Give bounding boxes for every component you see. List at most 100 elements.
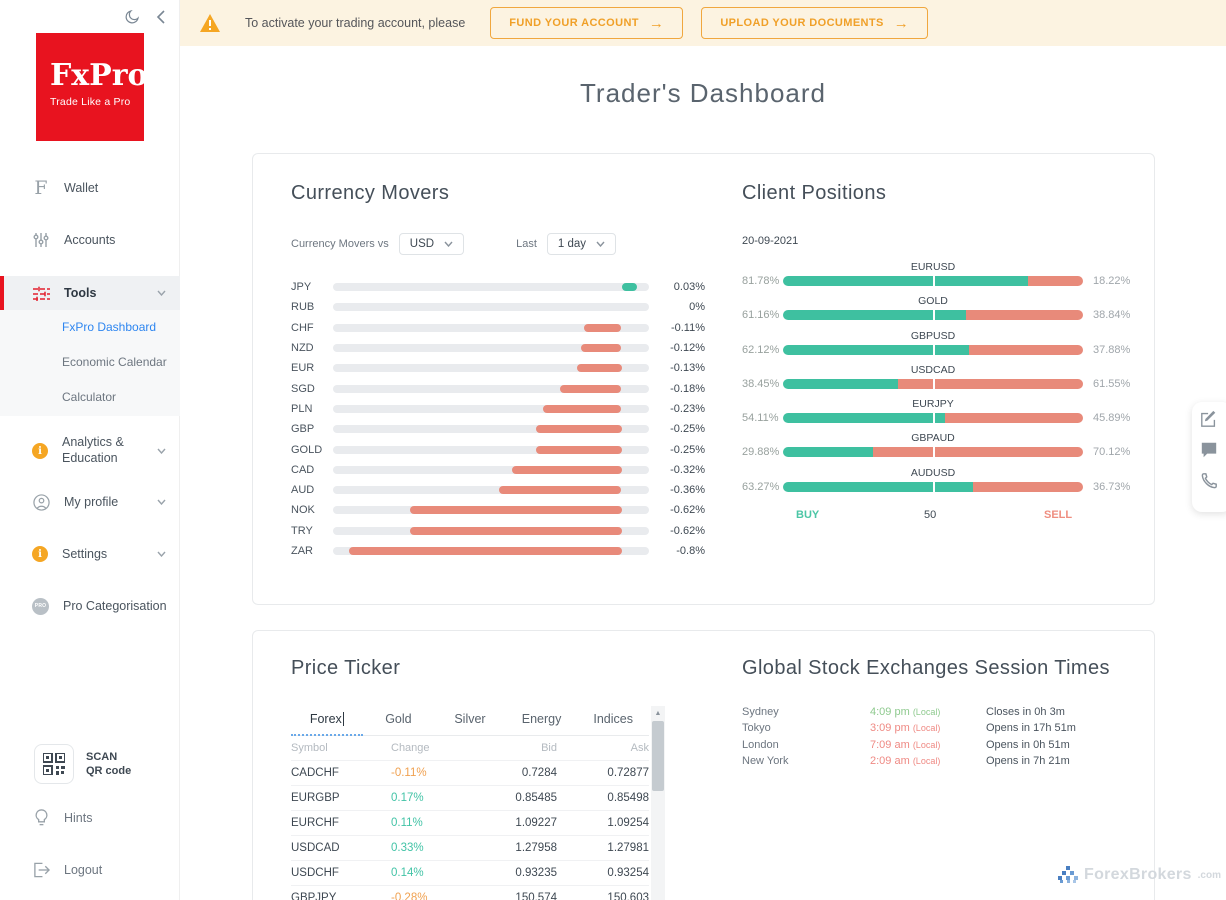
fifty-percent-notch — [933, 310, 935, 320]
table-scrollbar[interactable]: ▲ ▼ — [651, 706, 665, 900]
dark-mode-moon-icon[interactable] — [123, 8, 141, 26]
col-bid: Bid — [481, 742, 557, 754]
scrollbar-thumb[interactable] — [652, 721, 664, 791]
currency-movers-panel: Currency Movers Currency Movers vs USD L… — [291, 182, 705, 561]
local-suffix: (Local) — [913, 740, 941, 750]
ticker-ask: 0.85498 — [557, 792, 649, 804]
mover-track — [333, 303, 649, 311]
tab-gold[interactable]: Gold — [363, 706, 435, 735]
price-ticker-tabs: ForexGoldSilverEnergyIndices — [291, 706, 649, 736]
sidebar-item-settings[interactable]: i Settings — [0, 537, 180, 571]
lightbulb-icon — [32, 809, 50, 827]
buy-percent: 62.12% — [742, 344, 783, 356]
mover-bar — [560, 385, 621, 393]
ticker-bid: 0.85485 — [481, 792, 557, 804]
mover-label: NOK — [291, 504, 333, 516]
mover-value: -0.25% — [649, 423, 705, 435]
tab-forex[interactable]: Forex — [291, 706, 363, 736]
sidebar-item-logout[interactable]: Logout — [0, 853, 180, 887]
ticker-row[interactable]: GBPJPY-0.28%150.574150.603 — [291, 886, 649, 900]
client-position-row: GBPAUD29.88%70.12% — [742, 432, 1134, 466]
client-position-row: AUDUSD63.27%36.73% — [742, 467, 1134, 501]
scroll-up-icon[interactable]: ▲ — [651, 706, 665, 720]
mover-value: -0.62% — [649, 504, 705, 516]
sell-percent: 45.89% — [1083, 412, 1130, 424]
forexbrokers-logo-icon — [1058, 866, 1078, 884]
sidebar-subitem-calculator[interactable]: Calculator — [62, 390, 116, 404]
position-bar — [783, 379, 1083, 389]
currency-mover-row: CAD-0.32% — [291, 460, 705, 480]
mover-track — [333, 486, 649, 494]
ticker-bid: 150.574 — [481, 892, 557, 900]
mover-bar — [577, 364, 621, 372]
legend-buy: BUY — [796, 509, 819, 521]
vs-label: Currency Movers vs — [291, 238, 389, 250]
currency-mover-row: NOK -0.62% — [291, 500, 705, 520]
period-select[interactable]: 1 day — [547, 233, 616, 255]
position-bar — [783, 345, 1083, 355]
mover-track — [333, 466, 649, 474]
settings-info-circle-icon: i — [32, 546, 48, 562]
sell-percent: 70.12% — [1083, 446, 1130, 458]
scan-qr-code[interactable]: SCAN QR code — [34, 744, 131, 784]
vs-currency-select[interactable]: USD — [399, 233, 464, 255]
mover-track — [333, 547, 649, 555]
ticker-ask: 0.72877 — [557, 767, 649, 779]
mover-label: TRY — [291, 525, 333, 537]
activation-banner: To activate your trading account, please… — [180, 0, 1226, 46]
price-ticker-header: Symbol Change Bid Ask — [291, 736, 649, 761]
sidebar-item-hints[interactable]: Hints — [0, 801, 180, 835]
client-position-row: GOLD61.16%38.84% — [742, 295, 1134, 329]
chat-icon[interactable] — [1200, 441, 1220, 461]
tab-indices[interactable]: Indices — [577, 706, 649, 735]
sidebar-item-label: Settings — [62, 547, 107, 561]
sessions-panel: Global Stock Exchanges Session Times Syd… — [742, 657, 1134, 769]
chevron-down-icon — [596, 241, 605, 247]
sidebar-item-accounts[interactable]: Accounts — [0, 223, 180, 257]
mover-bar — [410, 527, 621, 535]
fifty-percent-notch — [933, 447, 935, 457]
accounts-sliders-icon — [32, 231, 50, 249]
ticker-row[interactable]: CADCHF-0.11%0.72840.72877 — [291, 761, 649, 786]
phone-icon[interactable] — [1200, 472, 1220, 492]
session-row: London7:09 am (Local)Opens in 0h 51m — [742, 737, 1134, 753]
last-label: Last — [516, 238, 537, 250]
sidebar-item-pro-categorisation[interactable]: PRO Pro Categorisation — [0, 589, 180, 623]
mover-label: AUD — [291, 484, 333, 496]
fifty-percent-notch — [933, 482, 935, 492]
chevron-down-icon — [157, 448, 166, 454]
ticker-change: -0.28% — [391, 892, 481, 900]
ticker-row[interactable]: EURGBP0.17%0.854850.85498 — [291, 786, 649, 811]
ticker-row[interactable]: EURCHF0.11%1.092271.09254 — [291, 811, 649, 836]
buy-bar — [783, 345, 969, 355]
client-position-row: EURUSD81.78%18.22% — [742, 261, 1134, 295]
sidebar-item-my-profile[interactable]: My profile — [0, 485, 180, 519]
ticker-row[interactable]: USDCHF0.14%0.932350.93254 — [291, 861, 649, 886]
sell-bar — [873, 447, 1083, 457]
sidebar-subitem-economic-calendar[interactable]: Economic Calendar — [62, 355, 167, 369]
collapse-sidebar-icon[interactable] — [155, 10, 167, 24]
client-positions-legend: BUY 50 SELL — [742, 509, 1134, 525]
currency-mover-row: JPY0.03% — [291, 277, 705, 297]
tab-silver[interactable]: Silver — [434, 706, 506, 735]
ticker-symbol: CADCHF — [291, 767, 391, 779]
tab-energy[interactable]: Energy — [506, 706, 578, 735]
sidebar-subitem-fxpro-dashboard[interactable]: FxPro Dashboard — [62, 320, 156, 334]
mover-track — [333, 527, 649, 535]
sell-percent: 61.55% — [1083, 378, 1130, 390]
currency-mover-row: GBP-0.25% — [291, 419, 705, 439]
position-symbol: EURJPY — [783, 398, 1083, 410]
edit-note-icon[interactable] — [1200, 410, 1220, 430]
mover-track — [333, 385, 649, 393]
sidebar-item-wallet[interactable]: F Wallet — [0, 171, 180, 205]
fund-your-account-button[interactable]: FUND YOUR ACCOUNT → — [490, 7, 683, 39]
ticker-row[interactable]: USDCAD0.33%1.279581.27981 — [291, 836, 649, 861]
mover-value: -0.11% — [649, 322, 705, 334]
sidebar-item-tools[interactable]: Tools — [0, 276, 180, 310]
sidebar-item-analytics-education[interactable]: i Analytics & Education — [0, 432, 180, 470]
sidebar-item-label: Analytics & Education — [62, 435, 124, 466]
position-symbol: GBPAUD — [783, 432, 1083, 444]
upload-your-documents-button[interactable]: UPLOAD YOUR DOCUMENTS → — [701, 7, 928, 39]
fxpro-logo[interactable]: FxPro Trade Like a Pro — [36, 33, 144, 141]
ticker-change: 0.11% — [391, 817, 481, 829]
